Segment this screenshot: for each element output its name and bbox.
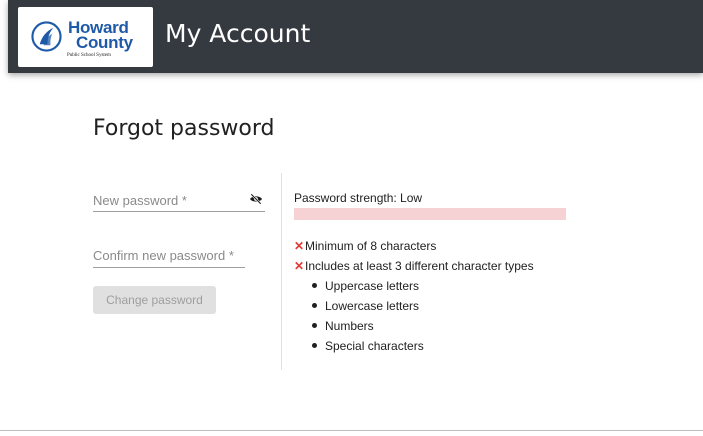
change-password-button[interactable]: Change password xyxy=(93,286,216,314)
requirement-text: Minimum of 8 characters xyxy=(305,239,437,253)
hcpss-logo[interactable]: Howard County Public School System xyxy=(18,7,153,67)
character-type-item: Numbers xyxy=(312,316,534,336)
logo-text-subtitle: Public School System xyxy=(67,53,111,58)
bullet-icon xyxy=(312,323,317,329)
character-type-label: Numbers xyxy=(325,319,374,333)
bullet-icon xyxy=(312,303,317,309)
requirement-item: ✕Minimum of 8 characters xyxy=(294,236,534,256)
flame-logo-icon xyxy=(31,21,62,52)
character-types-list: Uppercase letters Lowercase letters Numb… xyxy=(294,276,534,356)
app-title: My Account xyxy=(165,19,311,48)
character-type-label: Uppercase letters xyxy=(325,279,420,293)
requirement-text: Includes at least 3 different character … xyxy=(305,259,534,273)
password-requirements-list: ✕Minimum of 8 characters ✕Includes at le… xyxy=(294,236,534,356)
bullet-icon xyxy=(312,343,317,349)
character-type-item: Lowercase letters xyxy=(312,296,534,316)
character-type-item: Uppercase letters xyxy=(312,276,534,296)
vertical-divider xyxy=(281,173,282,370)
logo-text-county: County xyxy=(76,33,133,52)
cross-icon: ✕ xyxy=(294,239,305,253)
app-header: Howard County Public School System My Ac… xyxy=(8,0,703,73)
password-strength-meter xyxy=(294,208,566,220)
new-password-field xyxy=(93,190,265,212)
requirement-item: ✕Includes at least 3 different character… xyxy=(294,256,534,356)
character-type-label: Special characters xyxy=(325,339,424,353)
cross-icon: ✕ xyxy=(294,259,305,273)
character-type-item: Special characters xyxy=(312,336,534,356)
new-password-input[interactable] xyxy=(93,190,243,210)
bullet-icon xyxy=(312,283,317,289)
character-type-label: Lowercase letters xyxy=(325,299,420,313)
confirm-password-input[interactable] xyxy=(93,245,243,265)
password-strength-fill xyxy=(294,208,566,220)
password-strength-label: Password strength: Low xyxy=(294,191,423,205)
footer-divider xyxy=(0,430,703,431)
confirm-password-field xyxy=(93,245,245,268)
page-title: Forgot password xyxy=(93,116,275,141)
eye-slash-icon[interactable] xyxy=(249,193,263,205)
